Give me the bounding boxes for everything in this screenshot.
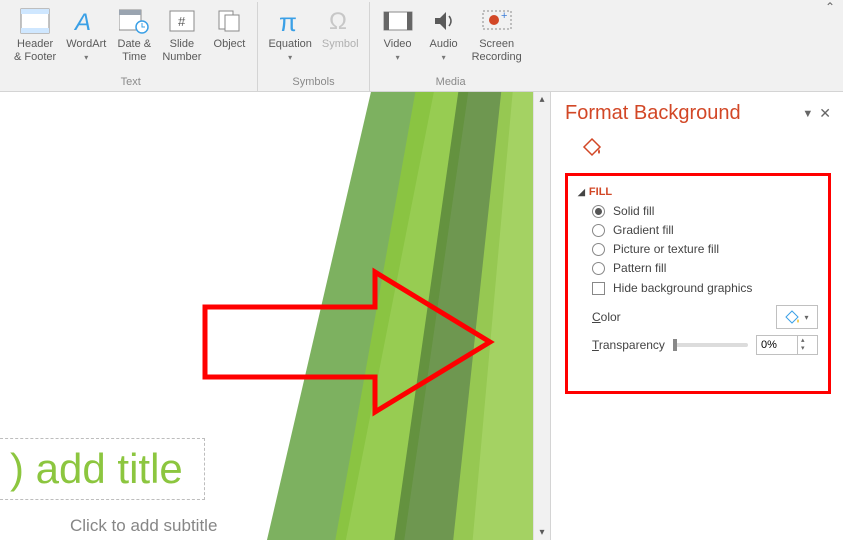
dropdown-icon: ▾ [804, 313, 808, 322]
scroll-up-icon[interactable]: ▴ [537, 92, 546, 107]
equation-button[interactable]: π Equation ▾ [264, 2, 315, 72]
svg-text:π: π [279, 7, 297, 35]
scrollbar-vertical[interactable]: ▴ ▾ [533, 92, 550, 540]
spin-down-icon[interactable]: ▾ [801, 345, 805, 353]
radio-icon [592, 262, 605, 275]
screen-recording-label: Screen Recording [472, 38, 522, 64]
slide-number-icon: # [169, 4, 195, 38]
symbol-button: Ω Symbol [318, 2, 363, 72]
audio-label: Audio [430, 38, 458, 51]
audio-icon [431, 4, 457, 38]
header-footer-label: Header & Footer [14, 38, 56, 64]
svg-text:+: + [501, 10, 507, 22]
video-label: Video [384, 38, 412, 51]
audio-button[interactable]: Audio ▾ [422, 2, 466, 72]
date-time-label: Date & Time [118, 38, 152, 64]
radio-icon [592, 205, 605, 218]
wordart-icon: A [73, 4, 99, 38]
facet-theme-graphic [220, 92, 551, 540]
color-picker-button[interactable]: ▾ [776, 305, 818, 329]
panel-title: Format Background [565, 102, 741, 125]
color-label: Color [592, 310, 621, 324]
collapse-triangle-icon: ◢ [578, 187, 585, 198]
dropdown-icon: ▾ [84, 53, 88, 62]
picture-fill-label: Picture or texture fill [613, 242, 719, 256]
transparency-slider[interactable] [673, 343, 748, 347]
equation-label: Equation [268, 38, 311, 51]
solid-fill-option[interactable]: Solid fill [592, 204, 818, 218]
header-footer-button[interactable]: Header & Footer [10, 2, 60, 72]
header-footer-icon [20, 4, 50, 38]
dropdown-icon: ▾ [288, 53, 292, 62]
screen-recording-icon: + [482, 4, 512, 38]
fill-category-icon[interactable] [577, 133, 607, 163]
object-label: Object [214, 38, 246, 51]
svg-text:Ω: Ω [329, 8, 347, 35]
svg-text:A: A [73, 9, 91, 34]
transparency-input[interactable] [757, 339, 797, 351]
object-button[interactable]: Object [207, 2, 251, 72]
spin-up-icon[interactable]: ▴ [801, 337, 805, 345]
date-time-button[interactable]: Date & Time [112, 2, 156, 72]
fill-section-header[interactable]: ◢ FILL [578, 186, 818, 198]
checkbox-icon [592, 282, 605, 295]
slide-number-button[interactable]: # Slide Number [158, 2, 205, 72]
ribbon-group-label-text: Text [121, 76, 141, 91]
ribbon-group-label-symbols: Symbols [292, 76, 334, 91]
slide-editor[interactable]: ) add title Click to add subtitle ▴ ▾ [0, 92, 551, 540]
slide-canvas: ) add title Click to add subtitle [0, 100, 490, 540]
screen-recording-button[interactable]: + Screen Recording [468, 2, 526, 72]
ribbon-collapse[interactable]: ⌃ [823, 0, 837, 16]
panel-options-icon[interactable]: ▼ [802, 108, 813, 120]
hide-background-option[interactable]: Hide background graphics [592, 281, 818, 295]
ribbon: ⌃ Header & Footer A WordArt ▾ Date [0, 0, 843, 92]
gradient-fill-label: Gradient fill [613, 223, 674, 237]
symbol-label: Symbol [322, 38, 359, 51]
wordart-label: WordArt [66, 38, 106, 51]
gradient-fill-option[interactable]: Gradient fill [592, 223, 818, 237]
title-placeholder-text: ) add title [10, 445, 183, 492]
wordart-button[interactable]: A WordArt ▾ [62, 2, 110, 72]
panel-close-icon[interactable]: ✕ [819, 105, 831, 122]
ribbon-group-text: Header & Footer A WordArt ▾ Date & Time … [4, 2, 258, 91]
ribbon-group-label-media: Media [436, 76, 466, 91]
symbol-icon: Ω [326, 4, 354, 38]
fill-section-label: FILL [589, 186, 612, 198]
date-time-icon [119, 4, 149, 38]
solid-fill-label: Solid fill [613, 204, 654, 218]
subtitle-placeholder-text: Click to add subtitle [70, 516, 217, 535]
slide-number-label: Slide Number [162, 38, 201, 64]
dropdown-icon: ▾ [442, 53, 446, 62]
svg-text:#: # [178, 14, 186, 29]
format-background-panel: Format Background ▼ ✕ ◢ FILL Solid fill … [551, 92, 843, 540]
hide-background-label: Hide background graphics [613, 281, 752, 295]
paint-bucket-icon [785, 310, 801, 324]
video-button[interactable]: Video ▾ [376, 2, 420, 72]
video-icon [383, 4, 413, 38]
ribbon-group-media: Video ▾ Audio ▾ + Screen Recording Media [370, 2, 532, 91]
subtitle-placeholder[interactable]: Click to add subtitle [70, 516, 217, 536]
radio-icon [592, 224, 605, 237]
picture-fill-option[interactable]: Picture or texture fill [592, 242, 818, 256]
object-icon [216, 4, 242, 38]
transparency-label: Transparency [592, 338, 665, 352]
radio-icon [592, 243, 605, 256]
pattern-fill-option[interactable]: Pattern fill [592, 261, 818, 275]
workspace: ) add title Click to add subtitle ▴ ▾ Fo… [0, 92, 843, 540]
title-placeholder[interactable]: ) add title [0, 438, 205, 500]
scroll-down-icon[interactable]: ▾ [537, 525, 546, 540]
pattern-fill-label: Pattern fill [613, 261, 666, 275]
transparency-spinner[interactable]: ▴▾ [756, 335, 818, 355]
equation-icon: π [276, 4, 304, 38]
dropdown-icon: ▾ [396, 53, 400, 62]
annotation-highlight-box: ◢ FILL Solid fill Gradient fill Picture … [565, 173, 831, 394]
ribbon-group-symbols: π Equation ▾ Ω Symbol Symbols [258, 2, 369, 91]
